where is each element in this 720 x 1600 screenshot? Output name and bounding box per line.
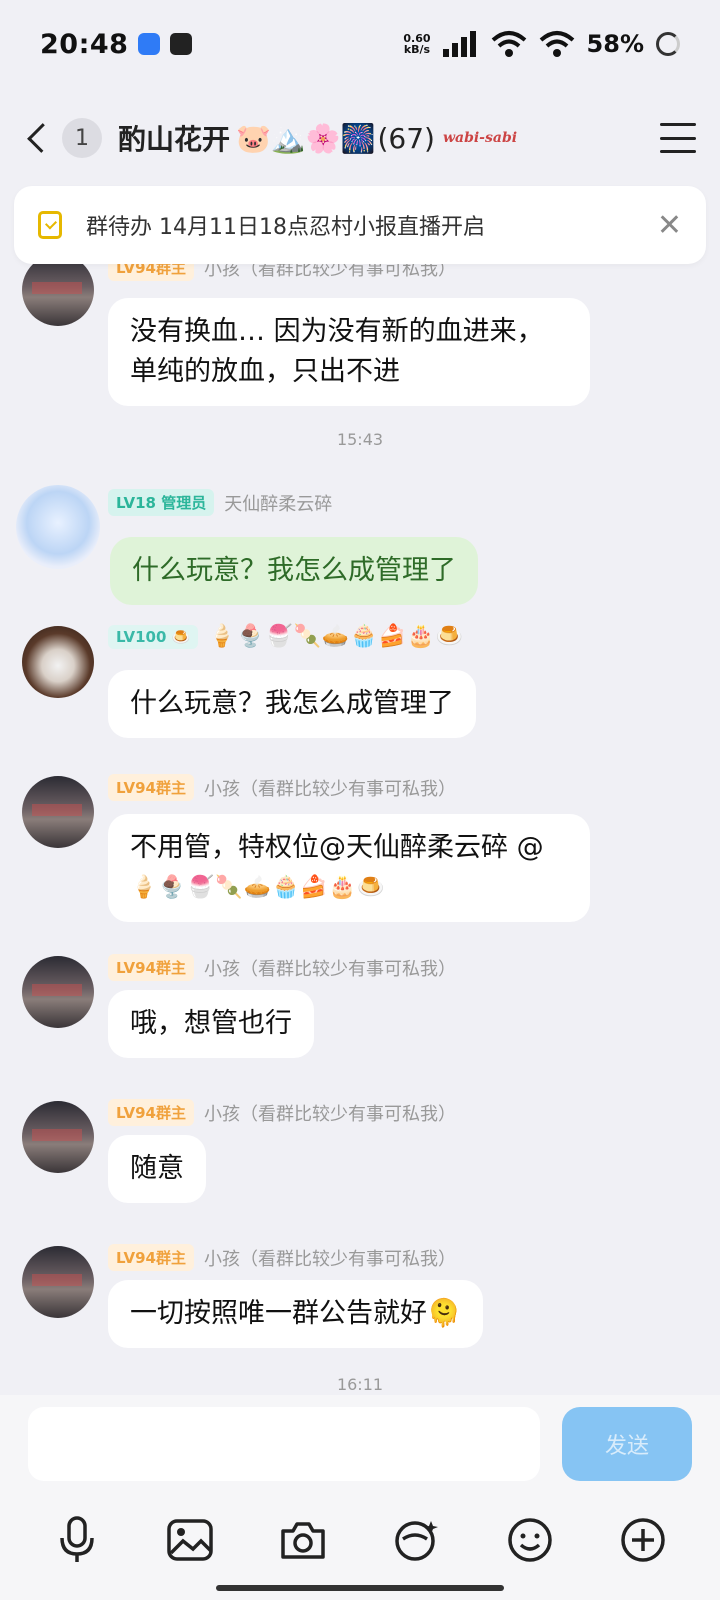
avatar[interactable] (16, 485, 100, 569)
message-bubble[interactable]: 随意 (108, 1135, 206, 1203)
message-input[interactable] (28, 1407, 540, 1481)
group-title-emojis: 🐷🏔️🌸🎆 (236, 121, 376, 155)
timestamp: 16:11 (336, 1375, 384, 1394)
signal-icon (442, 31, 476, 57)
avatar[interactable] (22, 1101, 94, 1173)
chevron-left-icon (27, 123, 57, 153)
clock: 20:48 (40, 28, 129, 60)
battery-ring-icon (656, 32, 680, 56)
avatar[interactable] (22, 626, 94, 698)
todo-icon (38, 211, 62, 239)
avatar[interactable] (22, 1246, 94, 1318)
level-badge: LV18 管理员 (108, 489, 215, 516)
toolbar (0, 1505, 720, 1575)
menu-button[interactable] (660, 123, 696, 153)
level-badge: LV94群主 (108, 1244, 194, 1271)
member-count: (67) (377, 121, 435, 155)
status-bar: 20:48 0.60 kB/s 58% (0, 0, 720, 88)
level-badge: LV100 🍮 (108, 624, 199, 649)
emoji-icon[interactable] (504, 1514, 556, 1566)
menu-icon (660, 123, 696, 126)
message-bubble[interactable]: 一切按照唯一群公告就好🫠 (108, 1280, 483, 1348)
sticker-icon[interactable] (391, 1514, 443, 1566)
sender-name: 天仙醉柔云碎 (224, 493, 333, 515)
message-bubble[interactable]: 什么玩意？我怎么成管理了 (110, 537, 478, 605)
level-badge: LV94群主 (108, 774, 194, 801)
group-todo-banner[interactable]: 群待办 14月11日18点忍村小报直播开启 ✕ (14, 186, 706, 264)
group-name: 酌山花开 (118, 123, 231, 156)
message-list[interactable]: LV94群主 小孩（看群比较少有事可私我） 没有换血… 因为没有新的血进来，单纯… (0, 250, 720, 1430)
image-icon[interactable] (164, 1514, 216, 1566)
message-text: 不用管，特权位@天仙醉柔云碎 @ (130, 832, 544, 863)
timestamp: 15:43 (336, 430, 384, 449)
message-bubble[interactable]: 哦，想管也行 (108, 990, 314, 1058)
network-speed: 0.60 kB/s (403, 32, 431, 56)
message-bubble[interactable]: 不用管，特权位@天仙醉柔云碎 @ 🍦🍨🍧🍡🥧🧁🍰🎂🍮 (108, 814, 590, 922)
camera-icon[interactable] (277, 1514, 329, 1566)
wifi-icon (491, 31, 526, 57)
sender-name: 小孩（看群比较少有事可私我） (203, 958, 456, 980)
brand-logo: wabi-sabi (442, 130, 518, 146)
level-badge: LV94群主 (108, 954, 194, 981)
sender-name: 小孩（看群比较少有事可私我） (203, 1248, 456, 1270)
composer: 发送 (0, 1395, 720, 1600)
back-button[interactable] (24, 118, 57, 158)
message-bubble[interactable]: 没有换血… 因为没有新的血进来，单纯的放血，只出不进 (108, 298, 590, 406)
sender-name: 小孩（看群比较少有事可私我） (203, 778, 456, 800)
avatar[interactable] (22, 254, 94, 326)
mic-icon[interactable] (51, 1514, 103, 1566)
chat-header: 1 酌山花开 🐷🏔️🌸🎆 (67) wabi-sabi (0, 88, 720, 188)
close-icon[interactable]: ✕ (657, 208, 682, 243)
battery-level: 58% (586, 30, 644, 58)
send-button[interactable]: 发送 (562, 1407, 692, 1481)
plus-icon[interactable] (617, 1514, 669, 1566)
app-notification-icon (138, 33, 161, 55)
avatar[interactable] (22, 776, 94, 848)
message-bubble[interactable]: 什么玩意？我怎么成管理了 (108, 670, 476, 738)
sender-name: 🍦🍨🍧🍡🥧🧁🍰🎂🍮 (208, 624, 464, 649)
group-title[interactable]: 酌山花开 🐷🏔️🌸🎆 (67) wabi-sabi (118, 118, 517, 158)
unread-count-badge[interactable]: 1 (62, 118, 102, 158)
todo-text: 群待办 14月11日18点忍村小报直播开启 (86, 215, 485, 240)
level-badge: LV94群主 (108, 1099, 194, 1126)
app-notification-icon (170, 33, 193, 55)
wifi-icon (539, 31, 574, 57)
home-indicator[interactable] (216, 1585, 504, 1591)
sender-name: 小孩（看群比较少有事可私我） (203, 1103, 456, 1125)
message-emojis: 🍦🍨🍧🍡🥧🧁🍰🎂🍮 (130, 875, 386, 900)
avatar[interactable] (22, 956, 94, 1028)
